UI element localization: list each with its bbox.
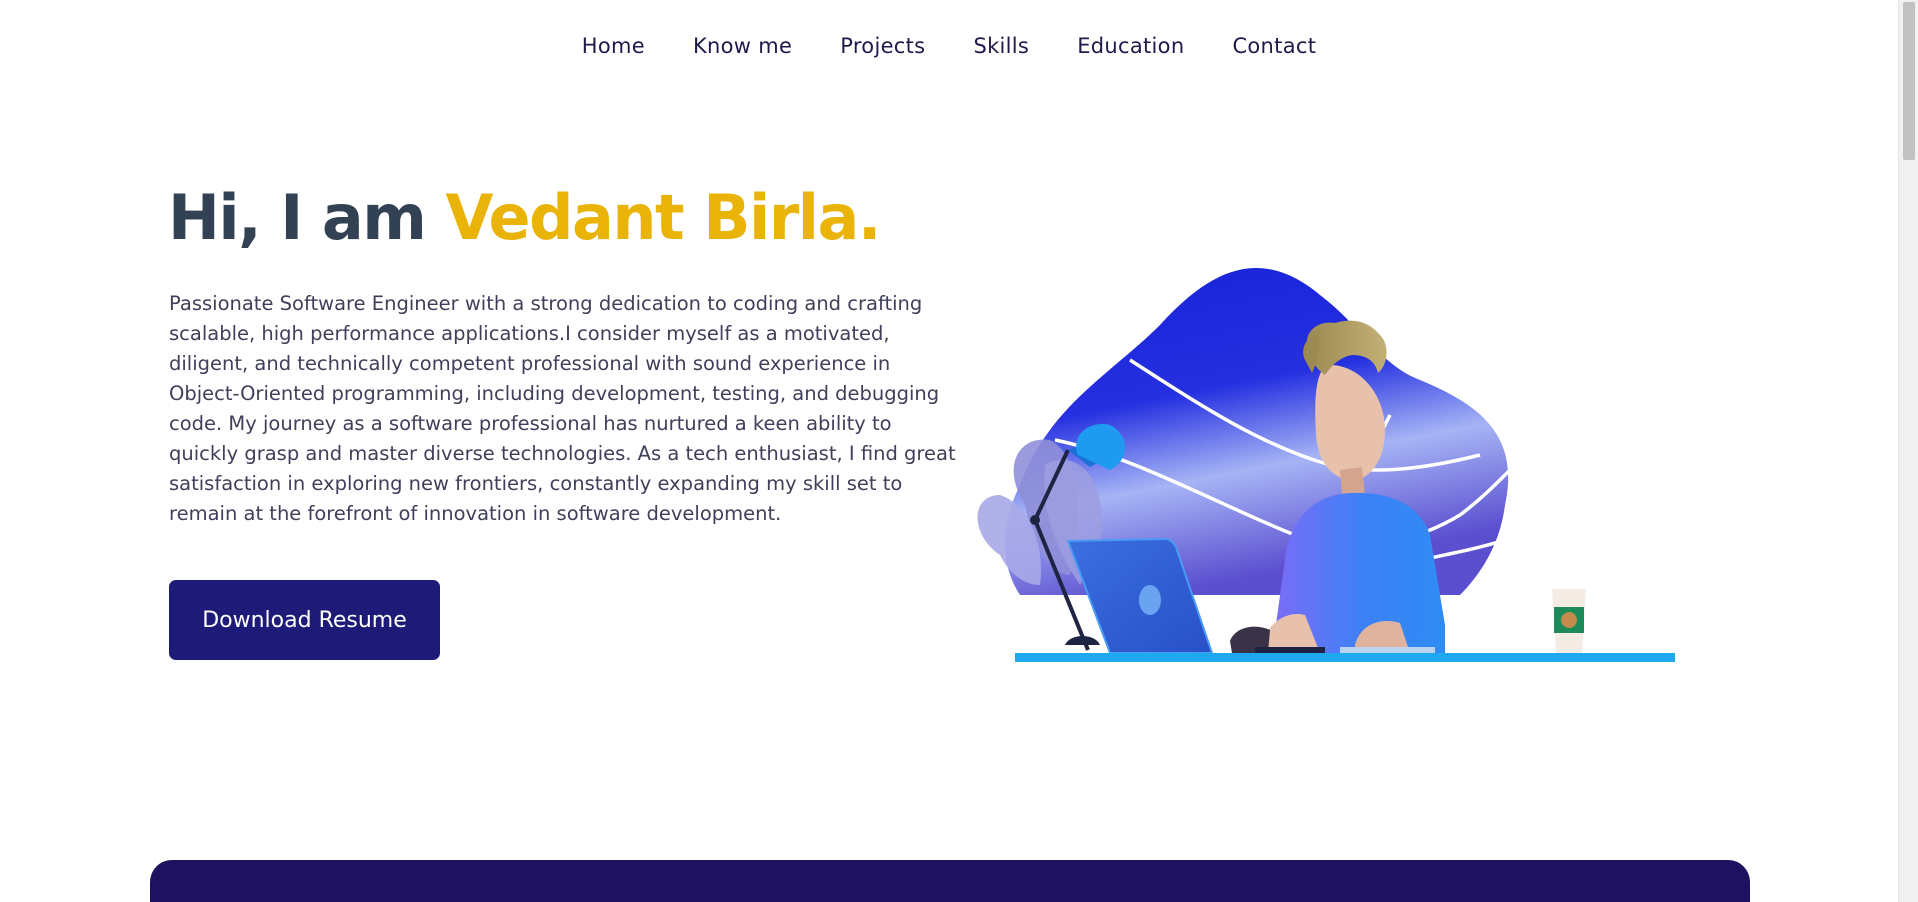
download-resume-button[interactable]: Download Resume	[169, 580, 440, 660]
main-nav: Home Know me Projects Skills Education C…	[0, 30, 1898, 62]
nav-education[interactable]: Education	[1053, 30, 1208, 62]
scrollbar-thumb[interactable]	[1903, 2, 1915, 160]
hero-greeting: Hi, I am	[168, 181, 446, 254]
nav-skills[interactable]: Skills	[949, 30, 1053, 62]
nav-know-me[interactable]: Know me	[669, 30, 816, 62]
hero-name: Vedant Birla.	[445, 181, 881, 254]
next-section-banner	[150, 860, 1750, 902]
nav-projects[interactable]: Projects	[816, 30, 949, 62]
developer-at-laptop-illustration	[977, 268, 1675, 662]
portfolio-page: Home Know me Projects Skills Education C…	[0, 0, 1918, 902]
nav-contact[interactable]: Contact	[1208, 30, 1340, 62]
hero-description: Passionate Software Engineer with a stro…	[169, 292, 956, 525]
hero-title: Hi, I am Vedant Birla.	[168, 178, 881, 258]
nav-home[interactable]: Home	[558, 30, 669, 62]
page-scrollbar[interactable]	[1898, 0, 1918, 902]
